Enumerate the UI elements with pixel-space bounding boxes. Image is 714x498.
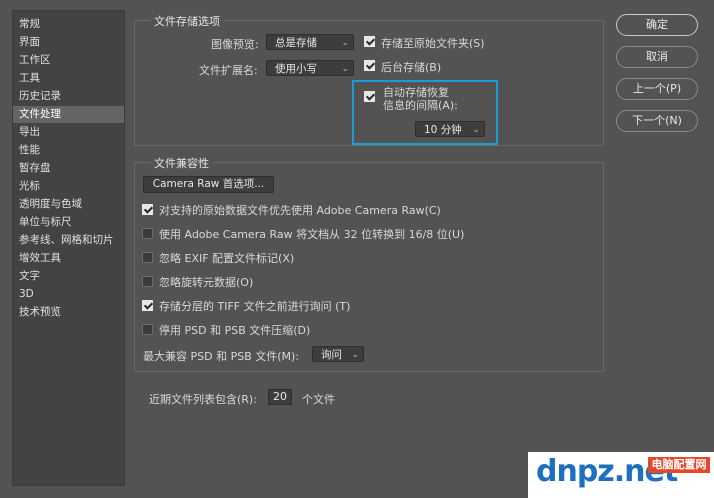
preferences-sidebar: 常规 界面 工作区 工具 历史记录 文件处理 导出 性能 暂存盘 光标 透明度与… bbox=[12, 10, 125, 486]
auto-recovery-interval-select[interactable]: 10 分钟 ⌄ bbox=[415, 121, 485, 137]
chevron-down-icon: ⌄ bbox=[341, 38, 349, 48]
ignore-rotation-label: 忽略旋转元数据(O) bbox=[159, 276, 254, 289]
prefer-camera-raw-label: 对支持的原始数据文件优先使用 Adobe Camera Raw(C) bbox=[159, 204, 441, 217]
cancel-button[interactable]: 取消 bbox=[616, 46, 698, 68]
auto-recovery-interval-value: 10 分钟 bbox=[424, 124, 462, 136]
ignore-exif-label: 忽略 EXIF 配置文件标记(X) bbox=[159, 252, 295, 265]
sidebar-item-interface[interactable]: 界面 bbox=[13, 34, 124, 51]
recent-files-suffix: 个文件 bbox=[302, 393, 335, 406]
maximize-compatibility-value: 询问 bbox=[321, 349, 342, 361]
ask-layered-tiff-label: 存储分层的 TIFF 文件之前进行询问 (T) bbox=[159, 300, 351, 313]
ignore-exif-checkbox[interactable] bbox=[142, 252, 153, 263]
maximize-compatibility-label: 最大兼容 PSD 和 PSB 文件(M): bbox=[143, 350, 300, 363]
auto-recovery-label-line2: 信息的间隔(A): bbox=[383, 99, 458, 112]
chevron-down-icon: ⌄ bbox=[351, 350, 359, 360]
prefer-camera-raw-checkbox[interactable] bbox=[142, 204, 153, 215]
chevron-down-icon: ⌄ bbox=[341, 64, 349, 74]
watermark-subtext: 电脑配置网 bbox=[648, 457, 710, 473]
file-extension-select[interactable]: 使用小写 ⌄ bbox=[266, 60, 354, 76]
image-preview-label: 图像预览: bbox=[211, 38, 259, 51]
file-extension-label: 文件扩展名: bbox=[199, 64, 258, 77]
image-preview-value: 总是存储 bbox=[275, 37, 317, 49]
sidebar-item-transparency-gamut[interactable]: 透明度与色域 bbox=[13, 196, 124, 213]
sidebar-item-type[interactable]: 文字 bbox=[13, 268, 124, 285]
sidebar-item-export[interactable]: 导出 bbox=[13, 124, 124, 141]
sidebar-item-workspace[interactable]: 工作区 bbox=[13, 52, 124, 69]
sidebar-item-file-handling[interactable]: 文件处理 bbox=[13, 106, 124, 123]
file-compatibility-group bbox=[134, 162, 604, 372]
ok-button[interactable]: 确定 bbox=[616, 14, 698, 36]
ignore-rotation-checkbox[interactable] bbox=[142, 276, 153, 287]
watermark-logo: dnpz.net 电脑配置网 bbox=[528, 452, 714, 498]
sidebar-item-plugins[interactable]: 增效工具 bbox=[13, 250, 124, 267]
sidebar-item-tools[interactable]: 工具 bbox=[13, 70, 124, 87]
ask-layered-tiff-checkbox[interactable] bbox=[142, 300, 153, 311]
image-preview-select[interactable]: 总是存储 ⌄ bbox=[266, 34, 354, 50]
convert-32bit-label: 使用 Adobe Camera Raw 将文档从 32 位转换到 16/8 位(… bbox=[159, 228, 465, 241]
convert-32bit-checkbox[interactable] bbox=[142, 228, 153, 239]
save-to-original-checkbox[interactable] bbox=[364, 36, 375, 47]
previous-button[interactable]: 上一个(P) bbox=[616, 78, 698, 100]
background-save-checkbox[interactable] bbox=[364, 60, 375, 71]
maximize-compatibility-select[interactable]: 询问 ⌄ bbox=[312, 346, 364, 362]
sidebar-item-scratch-disks[interactable]: 暂存盘 bbox=[13, 160, 124, 177]
sidebar-item-guides-grid-slices[interactable]: 参考线、网格和切片 bbox=[13, 232, 124, 249]
chevron-down-icon: ⌄ bbox=[472, 125, 480, 135]
sidebar-item-3d[interactable]: 3D bbox=[13, 286, 124, 303]
sidebar-item-cursors[interactable]: 光标 bbox=[13, 178, 124, 195]
file-extension-value: 使用小写 bbox=[275, 63, 317, 75]
file-compatibility-title: 文件兼容性 bbox=[150, 155, 213, 171]
recent-files-label: 近期文件列表包含(R): bbox=[149, 393, 257, 406]
recent-files-count-input[interactable]: 20 bbox=[268, 389, 292, 405]
file-saving-options-title: 文件存储选项 bbox=[150, 13, 224, 29]
sidebar-item-history[interactable]: 历史记录 bbox=[13, 88, 124, 105]
disable-psd-compression-checkbox[interactable] bbox=[142, 324, 153, 335]
camera-raw-preferences-button[interactable]: Camera Raw 首选项... bbox=[143, 176, 274, 193]
sidebar-item-general[interactable]: 常规 bbox=[13, 16, 124, 33]
auto-recovery-checkbox[interactable] bbox=[364, 91, 375, 102]
next-button[interactable]: 下一个(N) bbox=[616, 110, 698, 132]
background-save-label: 后台存储(B) bbox=[381, 61, 442, 74]
sidebar-item-performance[interactable]: 性能 bbox=[13, 142, 124, 159]
sidebar-item-technology-previews[interactable]: 技术预览 bbox=[13, 304, 124, 321]
sidebar-item-units-rulers[interactable]: 单位与标尺 bbox=[13, 214, 124, 231]
disable-psd-compression-label: 停用 PSD 和 PSB 文件压缩(D) bbox=[159, 324, 311, 337]
save-to-original-label: 存储至原始文件夹(S) bbox=[381, 37, 485, 50]
